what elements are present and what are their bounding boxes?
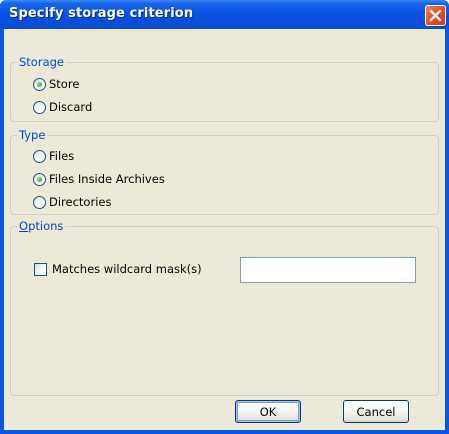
title-bar[interactable]: Specify storage criterion	[0, 0, 449, 29]
files-label: Files	[49, 149, 75, 163]
storage-group: Storage Store Discard	[10, 55, 439, 122]
store-label: Store	[49, 77, 80, 91]
type-group: Type Files Files Inside Archives Directo…	[10, 128, 439, 215]
wildcard-checkbox-row[interactable]: Matches wildcard mask(s)	[34, 262, 202, 276]
files-inside-archives-radio-button[interactable]	[33, 172, 46, 186]
storage-group-label: Storage	[17, 55, 66, 69]
options-group: Options Matches wildcard mask(s)	[10, 219, 439, 396]
close-icon	[429, 9, 442, 22]
files-radio-button[interactable]	[33, 149, 46, 163]
type-group-label: Type	[17, 128, 48, 142]
wildcard-label: Matches wildcard mask(s)	[52, 262, 202, 276]
options-label-rest: ptions	[28, 219, 64, 233]
radio-files[interactable]: Files	[33, 149, 74, 163]
radio-files-inside-archives[interactable]: Files Inside Archives	[33, 172, 165, 186]
files-inside-archives-label: Files Inside Archives	[49, 172, 165, 186]
options-accelerator: O	[19, 219, 29, 233]
dialog-window: Specify storage criterion Storage Store …	[0, 0, 449, 434]
dialog-client-area: Storage Store Discard Type Files Files I…	[4, 29, 445, 430]
cancel-button[interactable]: Cancel	[343, 400, 409, 423]
options-group-label: Options	[17, 219, 66, 233]
close-button[interactable]	[425, 5, 446, 26]
directories-radio-button[interactable]	[33, 195, 46, 209]
dialog-title: Specify storage criterion	[9, 6, 194, 21]
radio-directories[interactable]: Directories	[33, 195, 111, 209]
radio-store[interactable]: Store	[33, 77, 79, 91]
wildcard-mask-input[interactable]	[240, 257, 416, 283]
ok-button[interactable]: OK	[235, 400, 301, 423]
store-radio-button[interactable]	[33, 77, 46, 91]
radio-discard[interactable]: Discard	[33, 100, 92, 114]
wildcard-checkbox[interactable]	[34, 262, 47, 276]
discard-radio-button[interactable]	[33, 100, 46, 114]
discard-label: Discard	[49, 100, 93, 114]
directories-label: Directories	[49, 195, 112, 209]
